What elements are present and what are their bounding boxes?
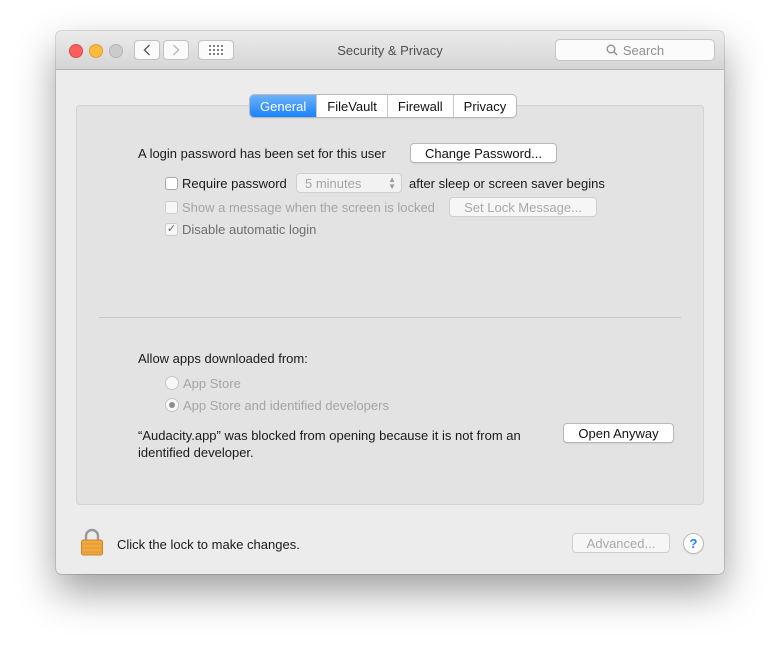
tab-firewall[interactable]: Firewall (386, 95, 453, 117)
updown-arrows-icon: ▲ ▼ (388, 175, 396, 191)
tab-privacy[interactable]: Privacy (452, 95, 517, 117)
radio-app-store-identified[interactable] (165, 398, 179, 412)
tab-filevault[interactable]: FileVault (316, 95, 387, 117)
show-message-label: Show a message when the screen is locked (182, 200, 435, 215)
preferences-window: Security & Privacy Search General FileVa… (56, 31, 724, 574)
search-icon (606, 44, 618, 56)
require-password-delay-select[interactable]: 5 minutes ▲ ▼ (296, 173, 402, 193)
change-password-button[interactable]: Change Password... (410, 143, 557, 163)
require-password-label: Require password (182, 176, 287, 191)
search-placeholder: Search (622, 42, 665, 58)
help-label: ? (689, 536, 698, 551)
radio-selected-dot (169, 402, 175, 408)
show-message-checkbox[interactable] (165, 201, 178, 214)
tab-bar: General FileVault Firewall Privacy (249, 94, 518, 118)
disable-auto-login-checkbox[interactable]: ✓ (165, 223, 178, 236)
require-password-checkbox[interactable] (165, 177, 178, 190)
blocked-app-message-line1: “Audacity.app” was blocked from opening … (138, 428, 521, 443)
title-bar: Security & Privacy Search (56, 31, 724, 70)
set-lock-message-button[interactable]: Set Lock Message... (449, 197, 597, 217)
blocked-app-message-line2: identified developer. (138, 445, 254, 460)
allow-apps-heading: Allow apps downloaded from: (138, 351, 308, 366)
checkmark-icon: ✓ (166, 223, 177, 235)
radio-app-store[interactable] (165, 376, 179, 390)
tab-general[interactable]: General (250, 95, 317, 117)
search-field[interactable]: Search (555, 39, 715, 61)
lock-message: Click the lock to make changes. (117, 537, 300, 552)
login-password-label: A login password has been set for this u… (138, 146, 386, 161)
section-divider (99, 317, 681, 318)
help-button[interactable]: ? (683, 533, 704, 554)
lock-icon[interactable] (80, 528, 104, 556)
disable-auto-login-label: Disable automatic login (182, 222, 317, 237)
radio-app-store-label: App Store (183, 376, 241, 391)
open-anyway-button[interactable]: Open Anyway (563, 423, 674, 443)
require-password-suffix: after sleep or screen saver begins (409, 176, 605, 191)
radio-app-store-identified-label: App Store and identified developers (183, 398, 389, 413)
advanced-button[interactable]: Advanced... (572, 533, 670, 553)
delay-value: 5 minutes (305, 175, 362, 191)
